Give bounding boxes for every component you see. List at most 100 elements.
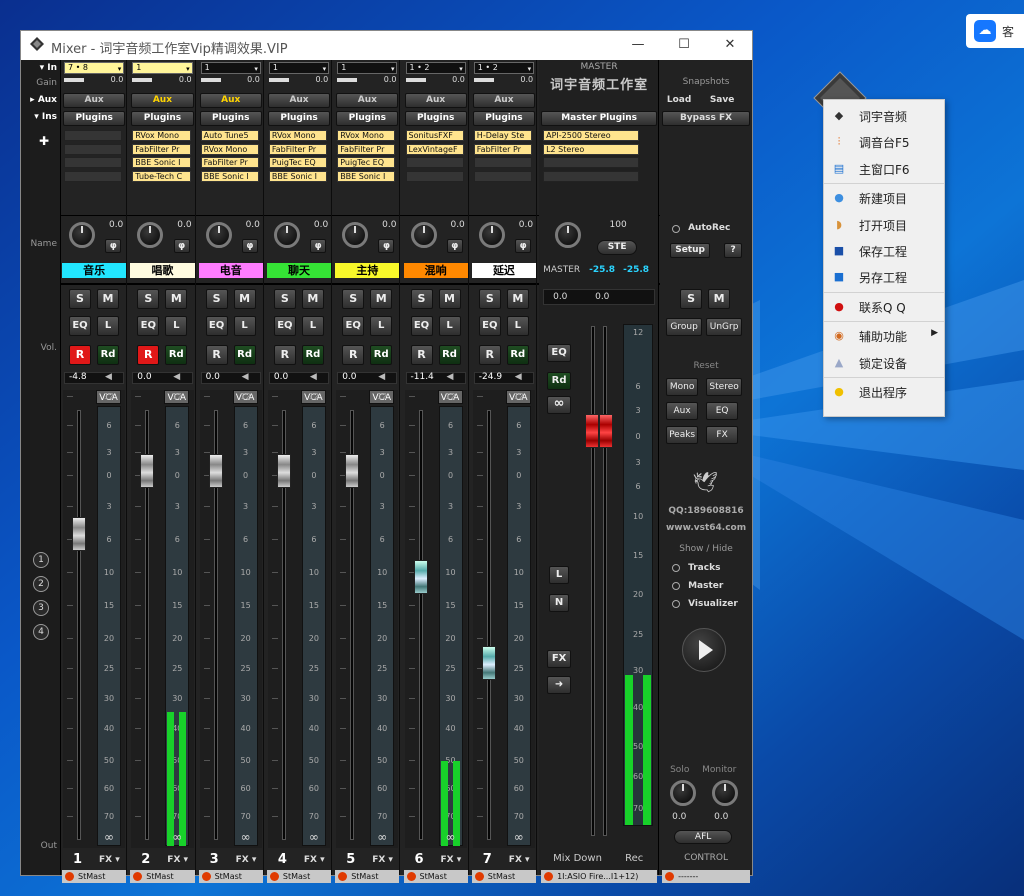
stereo-width-knob[interactable] <box>555 222 582 248</box>
output-select[interactable]: StMast <box>198 870 263 883</box>
reset-fx-button[interactable]: FX <box>706 426 739 444</box>
record-arm-button[interactable]: R <box>69 345 91 365</box>
read-automation-button[interactable]: Rd <box>233 345 256 365</box>
master-l-button[interactable]: L <box>549 566 570 584</box>
speaker-icon[interactable]: ◀ <box>242 372 252 382</box>
speaker-icon[interactable]: ◀ <box>515 372 525 382</box>
control-output-select[interactable]: ------- <box>662 870 750 883</box>
phase-button[interactable]: φ <box>515 239 532 253</box>
show-visualizer-radio[interactable] <box>672 600 681 608</box>
pan-knob[interactable] <box>342 222 369 248</box>
aux-button[interactable]: Aux <box>199 93 262 108</box>
empty-plugin-slot[interactable] <box>64 143 123 155</box>
master-fader-right-cap[interactable] <box>599 414 614 448</box>
phase-button[interactable]: φ <box>105 239 122 253</box>
mute-button[interactable]: M <box>97 289 119 309</box>
menu-item-tools[interactable]: ◉ 辅助功能 ▶ <box>824 323 944 349</box>
snapshot-load-button[interactable]: Load <box>662 93 696 108</box>
group-button-1[interactable]: 1 <box>33 552 49 568</box>
master-plugins-button[interactable]: Master Plugins <box>541 111 658 126</box>
empty-plugin-slot[interactable] <box>64 170 123 182</box>
input-select[interactable]: 1 ▾ <box>200 62 261 74</box>
solo-button[interactable]: S <box>137 289 160 309</box>
phase-button[interactable]: φ <box>446 239 463 253</box>
ins-label[interactable]: ▾ Ins <box>24 112 60 122</box>
record-arm-button[interactable]: R <box>273 345 296 365</box>
output-select[interactable]: StMast <box>266 870 332 883</box>
plugin-slot[interactable]: PuigTec EQ <box>268 157 328 168</box>
link-l-button[interactable]: L <box>301 316 324 336</box>
speaker-icon[interactable]: ◀ <box>105 372 115 382</box>
input-select[interactable]: 1 ▾ <box>132 62 193 74</box>
input-select[interactable]: 1 • 2 ▾ <box>405 62 466 74</box>
empty-plugin-slot[interactable] <box>64 157 123 168</box>
autorec-radio[interactable] <box>672 225 681 233</box>
input-select[interactable]: 1 • 2 ▾ <box>473 62 535 74</box>
show-master-radio[interactable] <box>672 582 681 590</box>
help-button[interactable]: ? <box>724 243 743 258</box>
master-eq-button[interactable]: EQ <box>547 344 572 362</box>
plugins-button[interactable]: Plugins <box>472 111 536 126</box>
channel-name[interactable]: 延迟 <box>471 263 537 278</box>
link-icon[interactable]: ∞ <box>372 830 392 844</box>
fader-cap[interactable] <box>276 454 291 488</box>
link-icon[interactable]: ∞ <box>167 830 187 844</box>
ungroup-button[interactable]: UnGrp <box>706 318 743 336</box>
channel-name[interactable]: 混响 <box>403 263 468 278</box>
read-automation-button[interactable]: Rd <box>301 345 324 365</box>
empty-plugin-slot[interactable] <box>473 157 533 168</box>
read-automation-button[interactable]: Rd <box>438 345 461 365</box>
solo-button[interactable]: S <box>69 289 91 309</box>
output-select[interactable]: StMast <box>335 870 400 883</box>
channel-name[interactable]: 电音 <box>198 263 263 278</box>
insert-add-icon[interactable]: ✚ <box>39 135 51 148</box>
phase-button[interactable]: φ <box>241 239 258 253</box>
plugin-slot[interactable]: BBE Sonic I <box>200 170 259 182</box>
plugin-slot[interactable]: FabFilter Pr <box>473 143 533 155</box>
group-button-4[interactable]: 4 <box>33 624 49 640</box>
channel-name[interactable]: 音乐 <box>62 263 127 278</box>
fx-menu-button[interactable]: FX ▾ <box>304 855 325 865</box>
solo-button[interactable]: S <box>273 289 296 309</box>
mute-button[interactable]: M <box>438 289 461 309</box>
empty-plugin-slot[interactable] <box>543 157 640 168</box>
mute-button[interactable]: M <box>165 289 188 309</box>
channel-name[interactable]: 唱歌 <box>130 263 195 278</box>
link-icon[interactable]: ∞ <box>236 830 256 844</box>
link-icon[interactable]: ∞ <box>99 830 119 844</box>
empty-plugin-slot[interactable] <box>64 130 123 141</box>
aux-button[interactable]: Aux <box>404 93 467 108</box>
link-l-button[interactable]: L <box>370 316 393 336</box>
reset-stereo-button[interactable]: Stereo <box>706 378 743 396</box>
reset-aux-button[interactable]: Aux <box>666 402 699 420</box>
pan-knob[interactable] <box>478 222 505 248</box>
master-fx-button[interactable]: FX <box>547 650 572 668</box>
fx-menu-button[interactable]: FX ▾ <box>509 855 530 865</box>
plugin-slot[interactable]: FabFilter Pr <box>132 143 191 155</box>
read-automation-button[interactable]: Rd <box>165 345 188 365</box>
read-automation-button[interactable]: Rd <box>97 345 119 365</box>
link-l-button[interactable]: L <box>233 316 256 336</box>
menu-item-lock[interactable]: ▲ 锁定设备 <box>824 350 944 376</box>
close-button[interactable]: ✕ <box>707 33 753 59</box>
fader-cap[interactable] <box>140 454 155 488</box>
plugin-slot[interactable]: BBE Sonic I <box>268 170 328 182</box>
plugin-slot[interactable]: FabFilter Pr <box>337 143 396 155</box>
fx-menu-button[interactable]: FX ▾ <box>372 855 393 865</box>
plugin-slot[interactable]: SonitusFXF <box>405 130 464 141</box>
aux-button[interactable]: Aux <box>267 93 331 108</box>
mute-button[interactable]: M <box>233 289 256 309</box>
pan-knob[interactable] <box>137 222 164 248</box>
master-output-arrow-button[interactable]: ➜ <box>547 676 572 694</box>
pan-knob[interactable] <box>69 222 95 248</box>
setup-button[interactable]: Setup <box>670 243 711 258</box>
solo-button[interactable]: S <box>342 289 365 309</box>
plugins-button[interactable]: Plugins <box>267 111 331 126</box>
pan-knob[interactable] <box>273 222 300 248</box>
input-select[interactable]: 7 • 8 ▾ <box>64 62 125 74</box>
record-arm-button[interactable]: R <box>205 345 228 365</box>
link-l-button[interactable]: L <box>506 316 529 336</box>
plugin-slot[interactable]: BBE Sonic I <box>337 170 396 182</box>
play-button[interactable] <box>682 628 727 672</box>
plugin-slot[interactable]: RVox Mono <box>132 130 191 141</box>
